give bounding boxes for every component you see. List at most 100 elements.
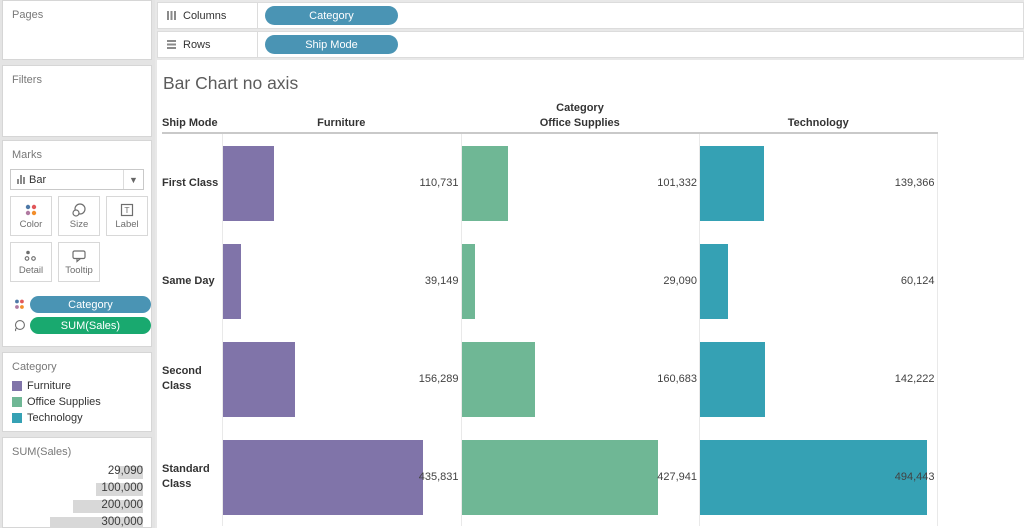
filters-shelf-label: Filters — [12, 74, 42, 86]
bar-mark[interactable] — [461, 341, 536, 417]
color-legend-card: Category Furniture Office Supplies Technol… — [2, 352, 152, 432]
size-legend-items: 29,090 100,000 200,000 300,000 — [3, 464, 151, 528]
legend-label: Furniture — [27, 380, 72, 392]
size-legend-row[interactable]: 200,000 — [3, 498, 151, 515]
column-dimension-header: Category — [556, 102, 604, 114]
size-legend-value: 29,090 — [107, 465, 143, 477]
rows-pill-ship-mode[interactable]: Ship Mode — [265, 35, 398, 54]
value-label: 60,124 — [900, 275, 935, 287]
label-button[interactable]: T Label — [106, 196, 148, 236]
detail-button[interactable]: Detail — [10, 242, 52, 282]
size-legend-value: 100,000 — [101, 482, 143, 494]
size-icon — [72, 202, 86, 217]
legend-item[interactable]: Office Supplies — [12, 394, 151, 410]
rows-shelf-label: Rows — [158, 32, 258, 57]
value-label: 139,366 — [894, 177, 935, 189]
tooltip-icon — [72, 249, 86, 263]
marks-buttons: Color Size T Label Detail Tooltip — [10, 196, 151, 282]
tooltip-button[interactable]: Tooltip — [58, 242, 100, 282]
column-header-office-supplies[interactable]: Office Supplies — [461, 117, 700, 132]
size-legend-value: 200,000 — [101, 499, 143, 511]
legend-label: Office Supplies — [27, 396, 101, 408]
chart-panel: 139,366 — [699, 134, 938, 232]
legend-item[interactable]: Furniture — [12, 378, 151, 394]
rows-shelf[interactable]: Rows Ship Mode — [157, 31, 1024, 58]
chart-panel: 156,289 — [222, 330, 461, 428]
bar-chart-icon — [17, 175, 25, 184]
bar-chart: Category Ship Mode Furniture Office Suppl… — [162, 102, 938, 526]
value-label: 110,731 — [419, 177, 459, 189]
bar-mark[interactable] — [700, 439, 927, 515]
sheet-title: Bar Chart no axis — [163, 73, 299, 93]
row-dimension-header[interactable]: Ship Mode — [162, 117, 222, 132]
value-label: 39,149 — [424, 275, 459, 287]
left-sidebar: Pages Filters Marks Bar ▼ Color Size T L… — [0, 0, 155, 528]
chart-panel: 39,149 — [222, 232, 461, 330]
chart-panel: 435,831 — [222, 428, 461, 526]
marks-pills: Category SUM(Sales) — [13, 296, 151, 334]
columns-shelf-label: Columns — [158, 3, 258, 28]
color-icon — [25, 204, 37, 215]
bar-mark[interactable] — [461, 145, 508, 221]
bar-mark[interactable] — [461, 439, 658, 515]
chart-panel: 60,124 — [699, 232, 938, 330]
chart-panel: 29,090 — [460, 232, 700, 330]
size-icon — [14, 319, 25, 332]
value-label: 156,289 — [418, 373, 459, 385]
chart-row: Second Class 156,289 160,683 142,222 — [162, 330, 938, 428]
size-button[interactable]: Size — [58, 196, 100, 236]
svg-text:T: T — [124, 205, 129, 215]
filters-shelf[interactable]: Filters — [2, 65, 152, 137]
pill-sum-sales[interactable]: SUM(Sales) — [29, 317, 151, 334]
chart-panel: 427,941 — [460, 428, 700, 526]
size-legend-row[interactable]: 29,090 — [3, 464, 151, 481]
columns-icon — [167, 11, 176, 20]
chart-panel: 101,332 — [460, 134, 700, 232]
pages-shelf[interactable]: Pages — [2, 0, 152, 60]
detail-icon — [24, 250, 36, 261]
column-headers: Ship Mode Furniture Office Supplies Techno… — [162, 117, 938, 134]
marks-card: Marks Bar ▼ Color Size T Label Detail To… — [2, 140, 152, 347]
pages-shelf-label: Pages — [12, 9, 44, 21]
value-label: 101,332 — [657, 177, 697, 189]
mark-type-dropdown[interactable]: Bar ▼ — [10, 169, 144, 190]
bar-mark[interactable] — [223, 341, 295, 417]
chart-row: Standard Class 435,831 427,941 494,443 — [162, 428, 938, 526]
size-legend-row[interactable]: 300,000 — [3, 515, 151, 528]
value-label: 160,683 — [657, 373, 697, 385]
mark-type-value: Bar — [29, 173, 47, 186]
columns-shelf[interactable]: Columns Category — [157, 2, 1024, 29]
size-legend-row[interactable]: 100,000 — [3, 481, 151, 498]
chart-panel: 494,443 — [699, 428, 938, 526]
chart-panel: 142,222 — [699, 330, 938, 428]
chart-panel: 160,683 — [460, 330, 700, 428]
bar-mark[interactable] — [700, 243, 728, 319]
tableau-app: Pages Filters Marks Bar ▼ Color Size T L… — [0, 0, 1024, 528]
row-header[interactable]: First Class — [162, 134, 222, 232]
bar-mark[interactable] — [223, 145, 274, 221]
bar-mark[interactable] — [223, 243, 241, 319]
bar-mark[interactable] — [700, 341, 766, 417]
chart-body: First Class 110,731 101,332 139,366 Same Day… — [162, 134, 938, 526]
row-header[interactable]: Same Day — [162, 232, 222, 330]
worksheet: Bar Chart no axis Category Ship Mode Fur… — [157, 60, 1024, 528]
bar-mark[interactable] — [461, 243, 475, 319]
chart-row: First Class 110,731 101,332 139,366 — [162, 134, 938, 232]
legend-item[interactable]: Technology — [12, 410, 151, 426]
columns-pill-category[interactable]: Category — [265, 6, 398, 25]
bar-mark[interactable] — [700, 145, 764, 221]
chevron-down-icon[interactable]: ▼ — [123, 170, 143, 189]
column-header-technology[interactable]: Technology — [699, 117, 938, 132]
size-legend-title: SUM(Sales) — [12, 446, 72, 458]
pill-category[interactable]: Category — [29, 296, 151, 313]
column-header-furniture[interactable]: Furniture — [222, 117, 461, 132]
size-legend-value: 300,000 — [101, 516, 143, 528]
row-header[interactable]: Second Class — [162, 330, 222, 428]
marks-card-label: Marks — [12, 149, 42, 161]
value-label: 29,090 — [663, 275, 697, 287]
color-button[interactable]: Color — [10, 196, 52, 236]
row-header[interactable]: Standard Class — [162, 428, 222, 526]
color-icon — [15, 299, 24, 309]
bar-mark[interactable] — [223, 439, 424, 515]
size-legend-card: SUM(Sales) 29,090 100,000 200,000 300,000 — [2, 437, 152, 528]
